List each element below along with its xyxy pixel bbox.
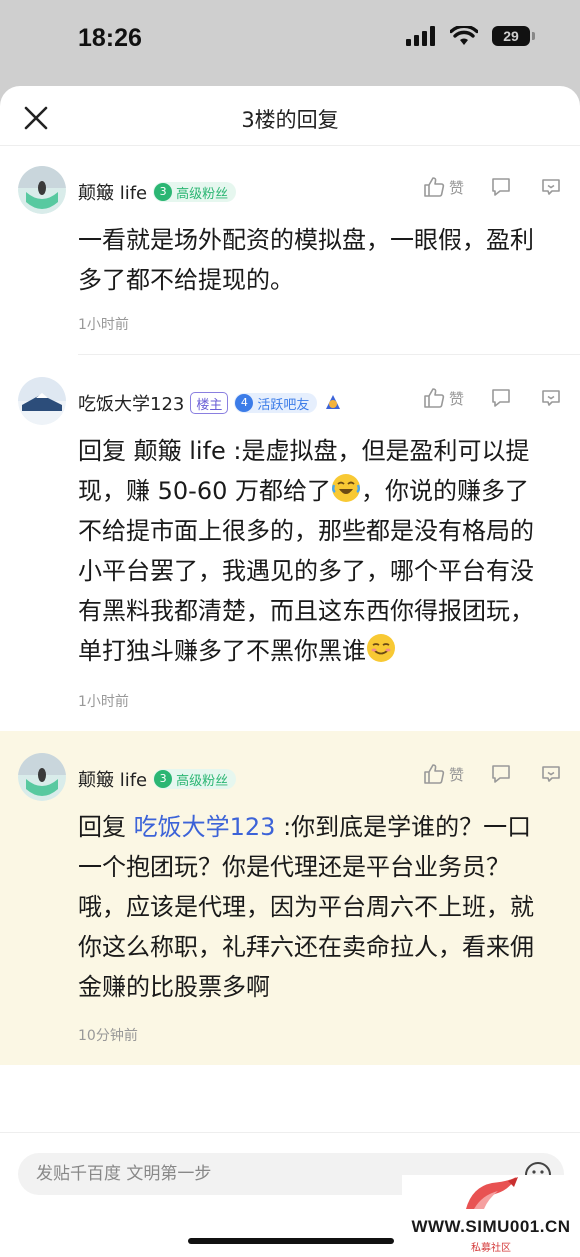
more-button[interactable]	[540, 176, 562, 198]
wifi-icon	[450, 26, 478, 45]
reply-button[interactable]	[490, 176, 512, 198]
author-name[interactable]: 吃饭大学123	[78, 390, 184, 416]
fan-badge: 3 高级粉丝	[153, 769, 237, 789]
like-button[interactable]: 赞	[423, 763, 464, 785]
avatar[interactable]	[18, 753, 66, 801]
comment-icon	[492, 389, 510, 407]
watermark-text: WWW.SIMU001.CN	[411, 1217, 571, 1236]
more-icon	[542, 766, 560, 782]
watermark: WWW.SIMU001.CN 私募社区	[402, 1175, 580, 1257]
sheet-header: 3楼的回复	[0, 86, 580, 146]
thumbs-up-icon	[424, 177, 445, 197]
comment-time: 1小时前	[78, 694, 129, 710]
battery-icon: 29	[492, 26, 535, 46]
like-button[interactable]: 赞	[423, 176, 464, 198]
avatar[interactable]	[18, 166, 66, 214]
more-icon	[542, 179, 560, 195]
home-indicator	[188, 1238, 394, 1244]
smile-emoji-icon	[367, 634, 395, 662]
comment-content: 回复 颠簸 life :是虚拟盘，但是盈利可以提现，赚 50-60 万都给了 ，你…	[78, 437, 534, 665]
author-name[interactable]: 颠簸 life	[78, 179, 147, 205]
watermark-logo-icon	[466, 1177, 518, 1209]
cellular-signal-icon	[406, 26, 435, 46]
laughing-emoji-icon	[332, 474, 360, 502]
mention-link[interactable]: 吃饭大学123	[134, 813, 276, 841]
reply-sheet: 3楼的回复 颠簸 life 3 高级粉丝 赞 一看就是场外配资的模拟盘，一眼假，…	[0, 86, 580, 1257]
reply-button[interactable]	[490, 763, 512, 785]
watermark-subtext: 私募社区	[471, 1243, 511, 1254]
comment-item: 吃饭大学123 楼主 4 活跃吧友 赞 回复 颠簸 life:是虚拟盘，但是盈…	[0, 355, 580, 731]
thumbs-up-icon	[424, 764, 445, 784]
like-button[interactable]: 赞	[423, 387, 464, 409]
comment-content: 一看就是场外配资的模拟盘，一眼假，盈利多了都不给提现的。	[78, 226, 534, 294]
comment-icon	[492, 178, 510, 196]
comment-time: 1小时前	[78, 317, 129, 333]
sheet-title: 3楼的回复	[241, 108, 339, 132]
more-icon	[542, 390, 560, 406]
rank-icon	[326, 395, 341, 409]
comment-item-highlighted: 颠簸 life 3 高级粉丝 赞 回复 吃饭大学123:你到底是学谁的？一口一…	[0, 731, 580, 1065]
more-button[interactable]	[540, 387, 562, 409]
reply-button[interactable]	[490, 387, 512, 409]
status-time: 18:26	[78, 24, 142, 52]
comment-item: 颠簸 life 3 高级粉丝 赞 一看就是场外配资的模拟盘，一眼假，盈利多了都不…	[0, 146, 580, 354]
active-badge: 4 活跃吧友	[234, 393, 318, 413]
comment-time: 10分钟前	[78, 1028, 138, 1044]
comment-icon	[492, 765, 510, 783]
author-name[interactable]: 颠簸 life	[78, 766, 147, 792]
status-bar: 18:26 29	[0, 0, 580, 86]
avatar[interactable]	[18, 377, 66, 425]
fan-badge: 3 高级粉丝	[153, 182, 237, 202]
more-button[interactable]	[540, 763, 562, 785]
owner-badge: 楼主	[190, 392, 229, 414]
comment-content: 回复 吃饭大学123 :你到底是学谁的？一口一个抱团玩？你是代理还是平台业务员？…	[78, 813, 534, 1001]
thumbs-up-icon	[424, 388, 445, 408]
